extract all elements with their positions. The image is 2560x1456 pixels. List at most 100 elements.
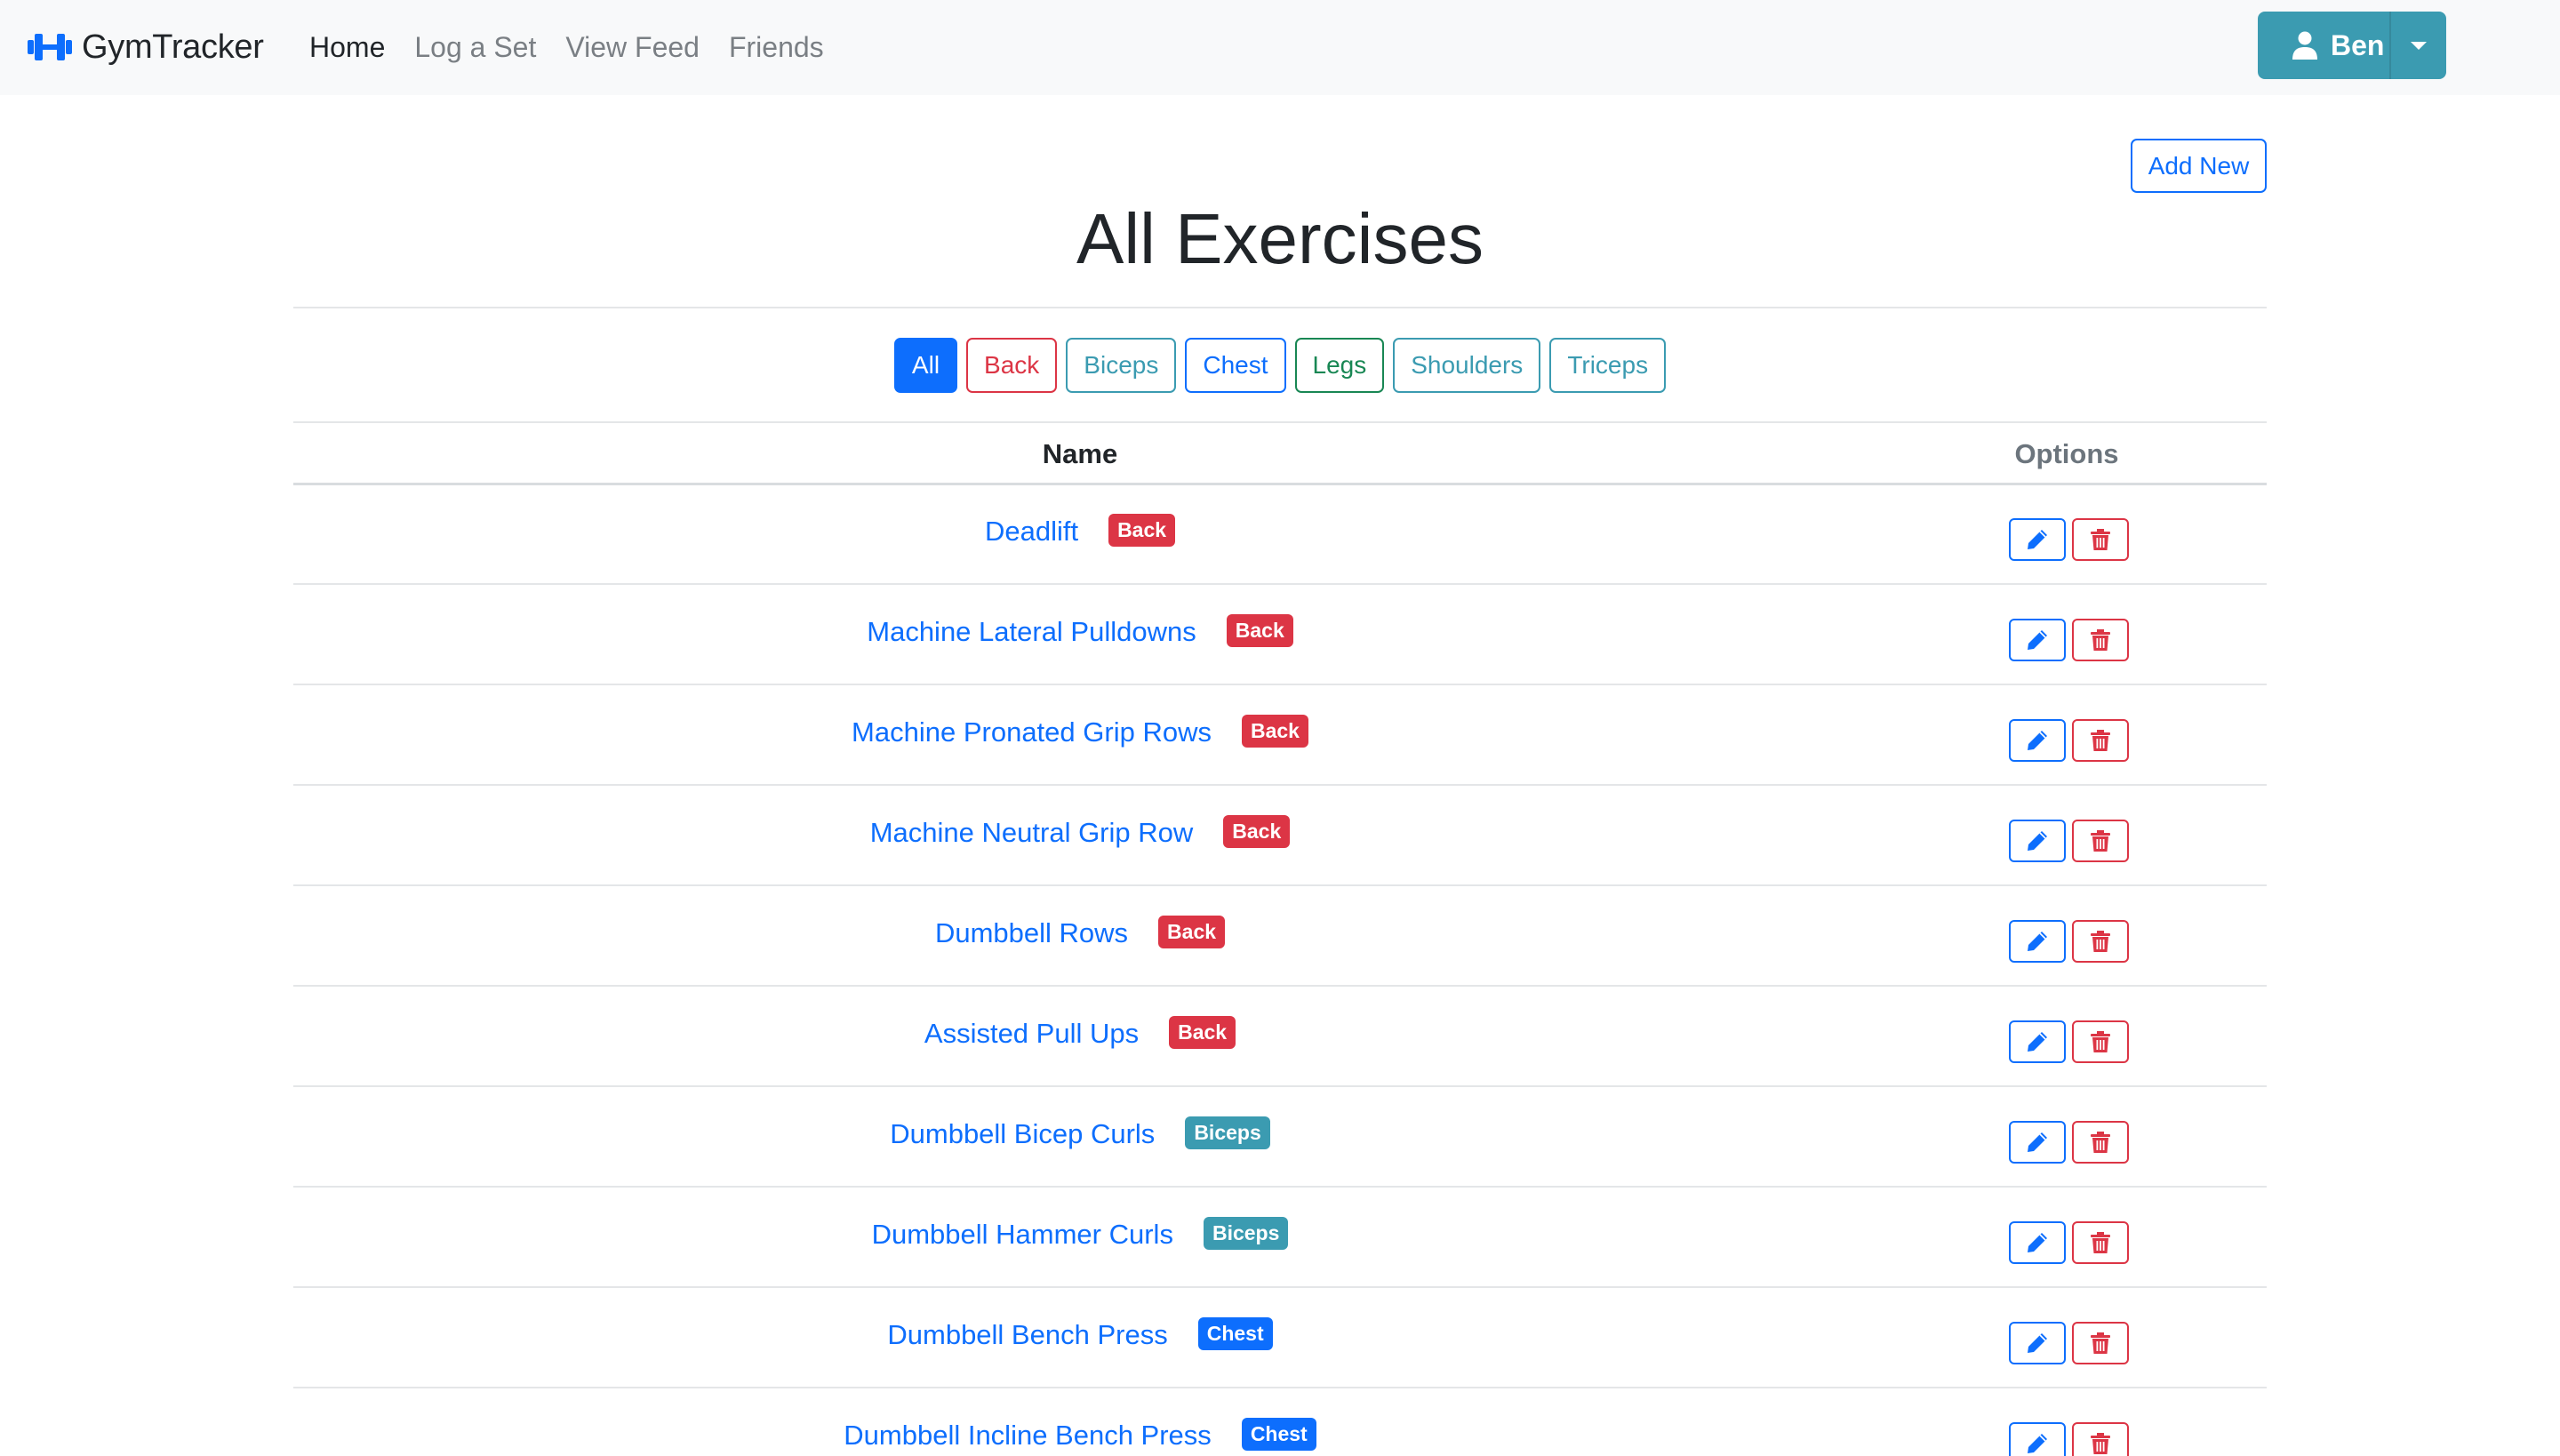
exercise-link[interactable]: Dumbbell Hammer Curls xyxy=(872,1219,1173,1251)
pencil-icon xyxy=(2028,1333,2047,1353)
options-cell xyxy=(2009,1020,2135,1063)
table-row: Dumbbell Bench Press Chest xyxy=(293,1288,2267,1388)
edit-button[interactable] xyxy=(2009,1221,2066,1264)
filter-shoulders[interactable]: Shoulders xyxy=(1393,338,1541,393)
filter-all[interactable]: All xyxy=(893,338,958,393)
table-row: Machine Neutral Grip Row Back xyxy=(293,786,2267,886)
edit-button[interactable] xyxy=(2009,518,2066,561)
options-cell xyxy=(2009,920,2135,963)
exercise-link[interactable]: Machine Pronated Grip Rows xyxy=(852,716,1212,748)
exercise-table-body: Deadlift Back Machine Lateral Pulldowns … xyxy=(293,484,2267,1456)
trash-icon xyxy=(2091,1232,2110,1253)
delete-button[interactable] xyxy=(2072,1020,2129,1063)
table-row: Dumbbell Rows Back xyxy=(293,886,2267,987)
name-cell: Dumbbell Bicep Curls Biceps xyxy=(293,1112,1867,1156)
exercise-link[interactable]: Machine Lateral Pulldowns xyxy=(867,616,1196,648)
pencil-icon xyxy=(2028,1434,2047,1453)
filter-legs[interactable]: Legs xyxy=(1294,338,1385,393)
options-cell xyxy=(2009,719,2135,762)
delete-button[interactable] xyxy=(2072,1121,2129,1164)
main-nav: Home Log a Set View Feed Friends xyxy=(309,25,853,69)
brand-link[interactable]: GymTracker xyxy=(27,20,264,75)
edit-button[interactable] xyxy=(2009,619,2066,661)
options-cell xyxy=(2009,619,2135,661)
table-row: Machine Lateral Pulldowns Back xyxy=(293,585,2267,685)
filter-biceps[interactable]: Biceps xyxy=(1066,338,1177,393)
category-filters: All Back Biceps Chest Legs Shoulders Tri… xyxy=(293,338,2267,393)
category-badge: Back xyxy=(1241,714,1308,748)
filter-chest[interactable]: Chest xyxy=(1185,338,1286,393)
pencil-icon xyxy=(2028,630,2047,650)
exercise-link[interactable]: Dumbbell Bench Press xyxy=(887,1319,1167,1351)
user-menu: Ben xyxy=(2258,12,2446,79)
column-header-options: Options xyxy=(2014,438,2119,469)
exercise-link[interactable]: Dumbbell Incline Bench Press xyxy=(844,1420,1212,1452)
table-row: Dumbbell Hammer Curls Biceps xyxy=(293,1188,2267,1288)
exercise-link[interactable]: Machine Neutral Grip Row xyxy=(870,817,1194,849)
options-cell xyxy=(2009,518,2135,561)
trash-icon xyxy=(2091,529,2110,550)
category-badge: Back xyxy=(1158,915,1226,948)
exercise-link[interactable]: Dumbbell Bicep Curls xyxy=(890,1118,1155,1150)
trash-icon xyxy=(2091,1332,2110,1354)
delete-button[interactable] xyxy=(2072,518,2129,561)
filter-back[interactable]: Back xyxy=(966,338,1058,393)
trash-icon xyxy=(2091,931,2110,952)
table-row: Machine Pronated Grip Rows Back xyxy=(293,685,2267,786)
delete-button[interactable] xyxy=(2072,619,2129,661)
name-cell: Deadlift Back xyxy=(293,509,1867,554)
name-cell: Assisted Pull Ups Back xyxy=(293,1012,1867,1056)
pencil-icon xyxy=(2028,1233,2047,1252)
delete-button[interactable] xyxy=(2072,1322,2129,1364)
brand-name: GymTracker xyxy=(82,28,264,66)
options-cell xyxy=(2009,820,2135,862)
exercise-link[interactable]: Dumbbell Rows xyxy=(935,917,1128,949)
delete-button[interactable] xyxy=(2072,1422,2129,1456)
name-cell: Dumbbell Rows Back xyxy=(293,911,1867,956)
category-badge: Biceps xyxy=(1185,1116,1270,1149)
pencil-icon xyxy=(2028,731,2047,750)
exercise-link[interactable]: Deadlift xyxy=(985,516,1078,548)
edit-button[interactable] xyxy=(2009,719,2066,762)
name-cell: Machine Pronated Grip Rows Back xyxy=(293,710,1867,755)
category-badge: Back xyxy=(1169,1015,1236,1049)
trash-icon xyxy=(2091,1433,2110,1454)
exercise-link[interactable]: Assisted Pull Ups xyxy=(924,1018,1139,1050)
edit-button[interactable] xyxy=(2009,1422,2066,1456)
trash-icon xyxy=(2091,629,2110,651)
dumbbell-icon xyxy=(28,34,72,60)
trash-icon xyxy=(2091,1031,2110,1052)
name-cell: Dumbbell Hammer Curls Biceps xyxy=(293,1212,1867,1257)
pencil-icon xyxy=(2028,1032,2047,1052)
nav-view-feed[interactable]: View Feed xyxy=(565,25,700,69)
edit-button[interactable] xyxy=(2009,1020,2066,1063)
delete-button[interactable] xyxy=(2072,820,2129,862)
name-cell: Machine Neutral Grip Row Back xyxy=(293,811,1867,855)
delete-button[interactable] xyxy=(2072,920,2129,963)
user-dropdown-toggle[interactable] xyxy=(2389,12,2446,79)
name-cell: Dumbbell Incline Bench Press Chest xyxy=(293,1413,1867,1456)
category-badge: Chest xyxy=(1241,1417,1316,1451)
nav-home[interactable]: Home xyxy=(309,25,385,69)
pencil-icon xyxy=(2028,1132,2047,1152)
options-cell xyxy=(2009,1422,2135,1456)
options-cell xyxy=(2009,1121,2135,1164)
add-new-button[interactable]: Add New xyxy=(2131,139,2267,193)
delete-button[interactable] xyxy=(2072,719,2129,762)
edit-button[interactable] xyxy=(2009,1121,2066,1164)
category-badge: Back xyxy=(1226,613,1293,647)
caret-down-icon xyxy=(2411,41,2427,50)
edit-button[interactable] xyxy=(2009,920,2066,963)
page-title: All Exercises xyxy=(1076,199,1484,278)
options-cell xyxy=(2009,1322,2135,1364)
user-button[interactable]: Ben xyxy=(2258,12,2389,79)
nav-log-a-set[interactable]: Log a Set xyxy=(414,25,536,69)
delete-button[interactable] xyxy=(2072,1221,2129,1264)
user-name: Ben xyxy=(2331,28,2385,61)
edit-button[interactable] xyxy=(2009,820,2066,862)
filter-triceps[interactable]: Triceps xyxy=(1549,338,1667,393)
nav-friends[interactable]: Friends xyxy=(729,25,824,69)
pencil-icon xyxy=(2028,831,2047,851)
table-row: Deadlift Back xyxy=(293,484,2267,585)
edit-button[interactable] xyxy=(2009,1322,2066,1364)
